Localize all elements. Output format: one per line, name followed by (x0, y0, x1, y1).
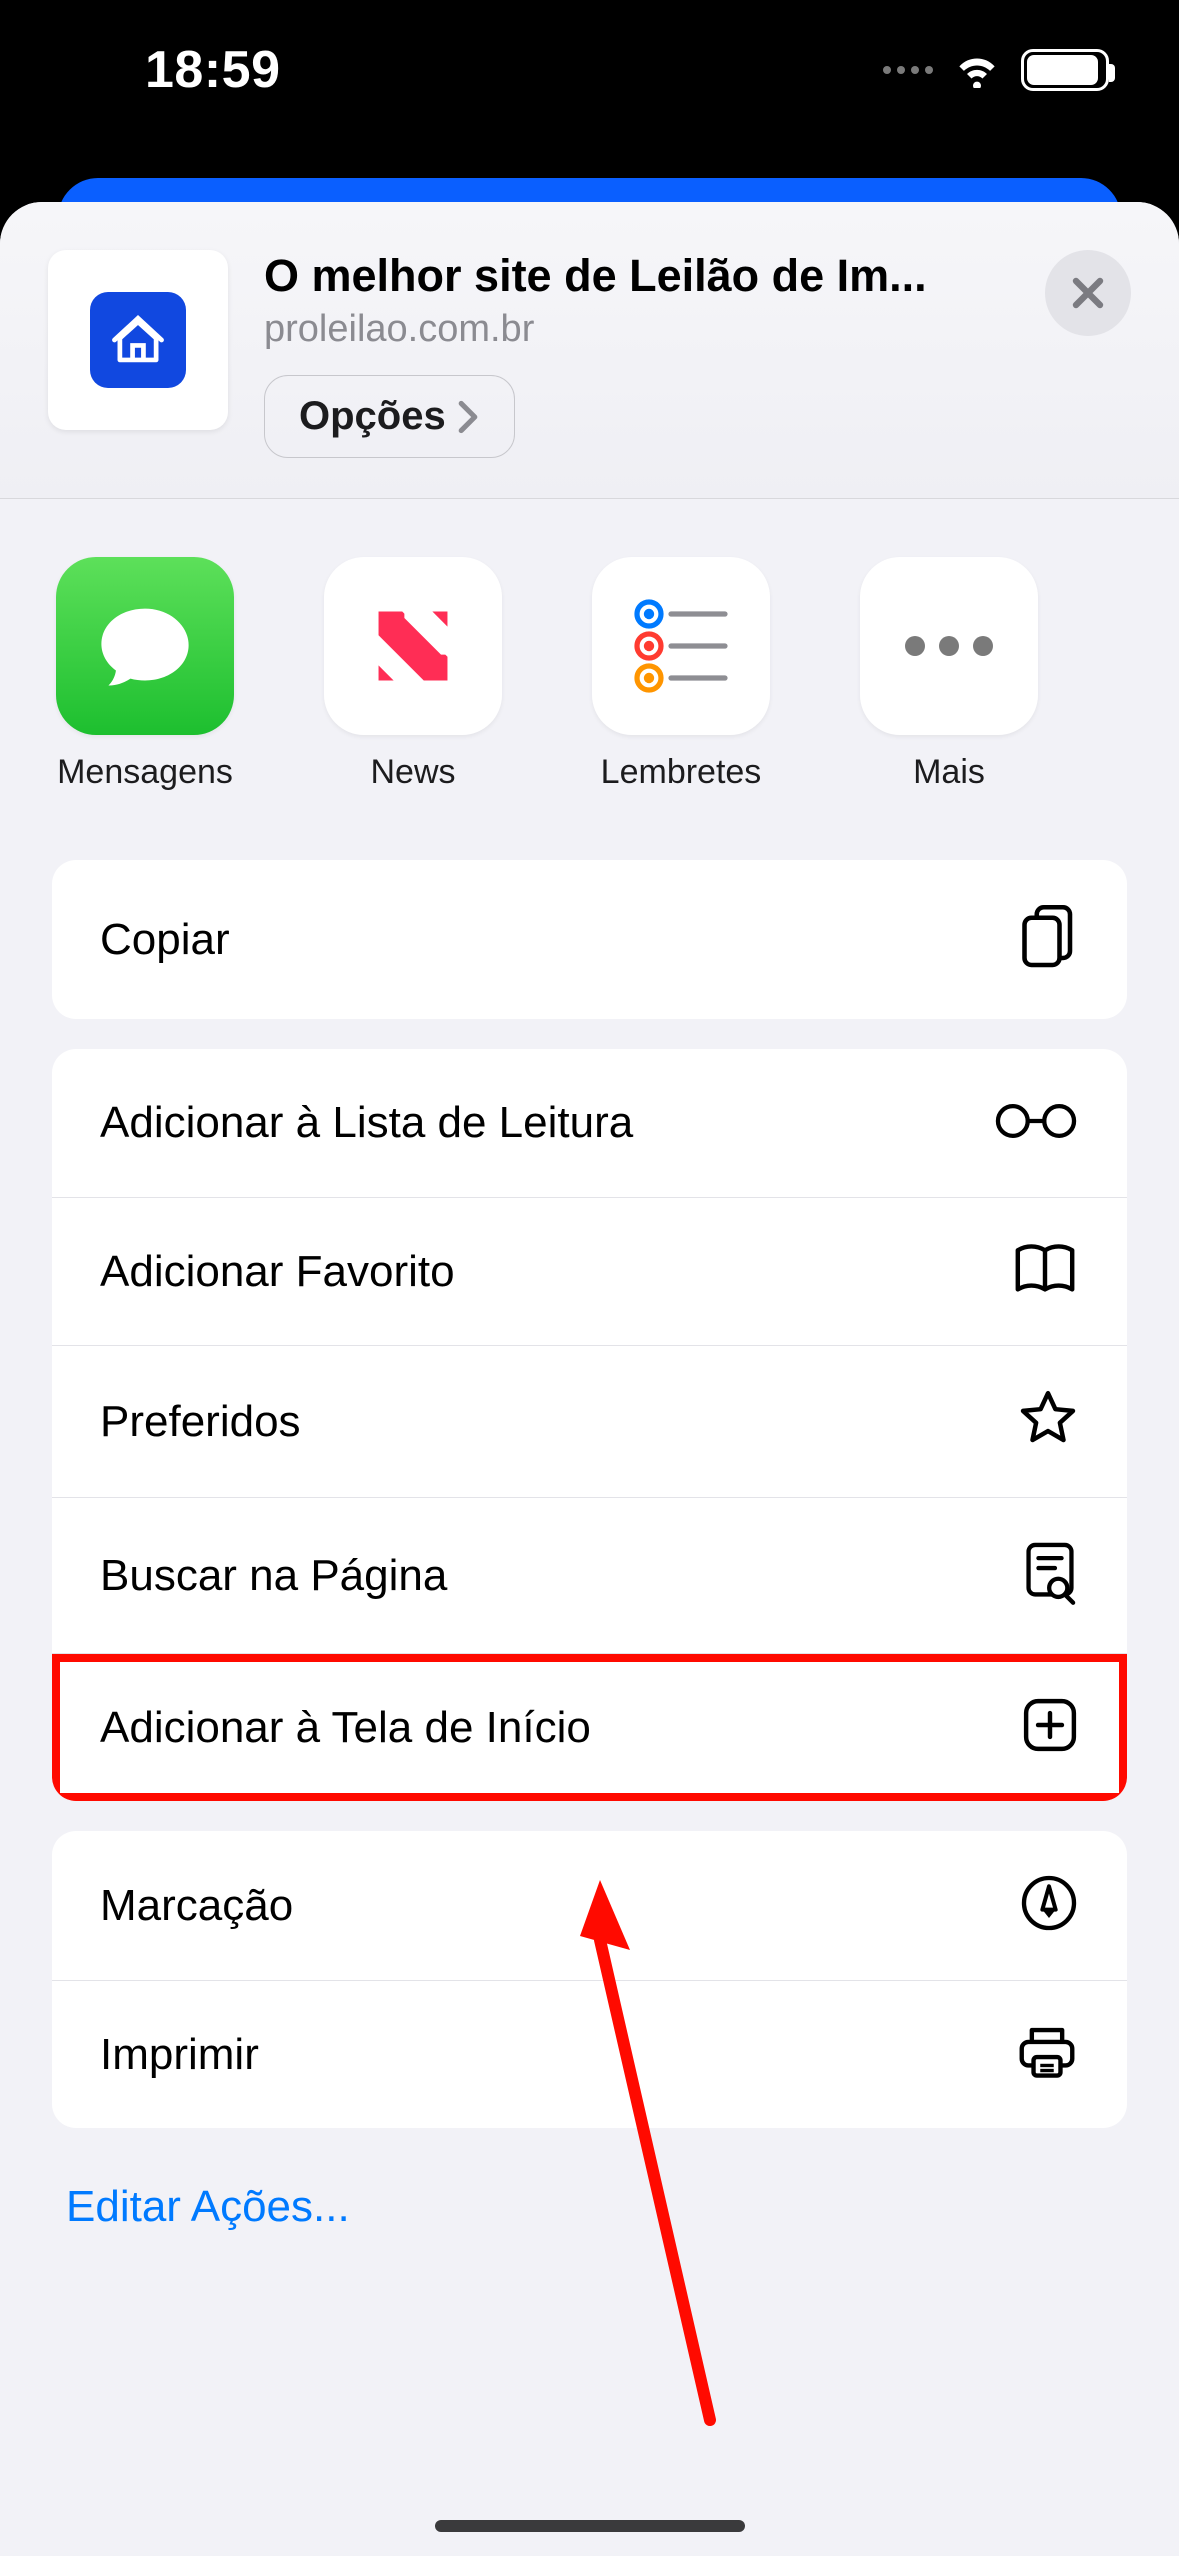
markup-icon (1019, 1873, 1079, 1938)
share-app-news[interactable]: News (324, 557, 502, 792)
share-sheet-header: O melhor site de Leilão de Im... proleil… (0, 202, 1179, 499)
more-icon (905, 636, 993, 656)
book-icon (1011, 1240, 1079, 1303)
options-button[interactable]: Opções (264, 375, 515, 458)
wifi-icon (951, 48, 1003, 93)
action-label: Adicionar Favorito (100, 1247, 455, 1297)
action-print[interactable]: Imprimir (52, 1980, 1127, 2128)
close-button[interactable] (1045, 250, 1131, 336)
battery-icon (1021, 49, 1109, 91)
house-icon (109, 311, 167, 369)
chevron-right-icon (456, 400, 480, 434)
share-app-messages[interactable]: Mensagens (56, 557, 234, 792)
action-group: Adicionar à Lista de Leitura Adicionar F… (52, 1049, 1127, 1801)
share-app-more[interactable]: Mais (860, 557, 1038, 792)
site-favicon (48, 250, 228, 430)
share-app-label: Mensagens (57, 753, 233, 792)
page-title: O melhor site de Leilão de Im... (264, 250, 1009, 302)
action-group: Copiar (52, 860, 1127, 1019)
action-label: Buscar na Página (100, 1551, 447, 1601)
page-url: proleilao.com.br (264, 308, 1009, 351)
plus-app-icon (1021, 1696, 1079, 1759)
page-search-icon (1021, 1540, 1079, 1611)
share-app-label: Mais (913, 753, 985, 792)
cellular-dots-icon (883, 66, 933, 74)
action-label: Marcação (100, 1881, 293, 1931)
messages-icon (91, 592, 199, 700)
star-icon (1017, 1388, 1079, 1455)
action-find-on-page[interactable]: Buscar na Página (52, 1497, 1127, 1653)
action-copy[interactable]: Copiar (52, 860, 1127, 1019)
options-label: Opções (299, 394, 446, 439)
share-app-label: News (370, 753, 455, 792)
copy-icon (1019, 902, 1079, 977)
printer-icon (1015, 2023, 1079, 2086)
share-app-label: Lembretes (601, 753, 762, 792)
action-reading-list[interactable]: Adicionar à Lista de Leitura (52, 1049, 1127, 1197)
home-indicator[interactable] (435, 2520, 745, 2532)
action-label: Imprimir (100, 2030, 259, 2080)
action-group: Marcação Imprimir (52, 1831, 1127, 2128)
share-apps-row: Mensagens News (0, 499, 1179, 820)
news-icon (357, 590, 469, 702)
action-label: Copiar (100, 915, 230, 965)
action-markup[interactable]: Marcação (52, 1831, 1127, 1980)
action-label: Adicionar à Lista de Leitura (100, 1098, 633, 1148)
glasses-icon (993, 1101, 1079, 1146)
action-add-bookmark[interactable]: Adicionar Favorito (52, 1197, 1127, 1345)
status-time: 18:59 (145, 40, 281, 100)
action-favorites[interactable]: Preferidos (52, 1345, 1127, 1497)
edit-actions-link[interactable]: Editar Ações... (52, 2158, 1127, 2292)
action-add-to-home-screen[interactable]: Adicionar à Tela de Início (52, 1653, 1127, 1801)
reminders-icon (621, 586, 741, 706)
action-label: Preferidos (100, 1397, 301, 1447)
share-app-reminders[interactable]: Lembretes (592, 557, 770, 792)
status-bar: 18:59 (0, 0, 1179, 140)
share-sheet: O melhor site de Leilão de Im... proleil… (0, 202, 1179, 2556)
share-actions: Copiar Adicionar à Lista de Leitura Adic… (0, 820, 1179, 2292)
close-icon (1068, 273, 1108, 313)
action-label: Adicionar à Tela de Início (100, 1703, 591, 1753)
